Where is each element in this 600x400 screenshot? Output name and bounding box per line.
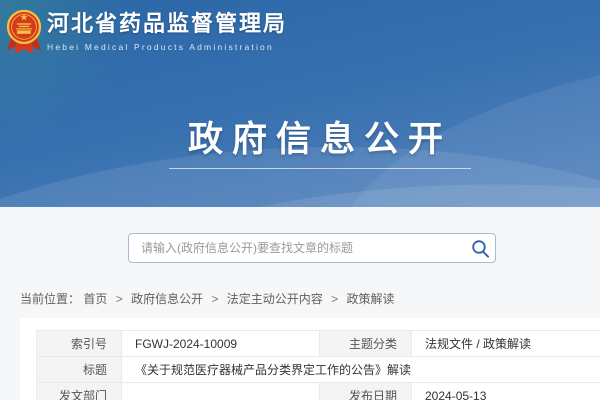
article-search-box [128, 233, 496, 263]
search-button[interactable] [465, 234, 495, 262]
page-title: 政府信息公开 [188, 111, 452, 162]
site-banner: 河北省药品监督管理局 Hebei Medical Products Admini… [0, 0, 600, 207]
site-logo[interactable]: 河北省药品监督管理局 Hebei Medical Products Admini… [7, 9, 287, 56]
breadcrumb-item-policy-interpretation[interactable]: 政策解读 [347, 292, 395, 306]
breadcrumb-separator: > [211, 292, 218, 306]
publish-date-label: 发布日期 [320, 383, 412, 400]
site-title-chinese: 河北省药品监督管理局 [47, 9, 287, 39]
banner-swoosh-decoration [313, 13, 600, 207]
table-row-index: 索引号 FGWJ-2024-10009 主题分类 法规文件 / 政策解读 [37, 331, 600, 357]
topic-category-value: 法规文件 / 政策解读 [412, 331, 600, 357]
document-meta-table: 索引号 FGWJ-2024-10009 主题分类 法规文件 / 政策解读 标题 … [36, 330, 600, 400]
china-national-emblem-icon [7, 9, 41, 56]
breadcrumb-separator: > [116, 292, 123, 306]
title-underline-divider [169, 168, 471, 169]
table-row-title: 标题 《关于规范医疗器械产品分类界定工作的公告》解读 [37, 357, 600, 383]
breadcrumb-prefix: 当前位置： [20, 292, 80, 306]
issuing-department-label: 发文部门 [37, 383, 122, 400]
breadcrumb-separator: > [331, 292, 338, 306]
index-number-label: 索引号 [37, 331, 122, 357]
table-row-department: 发文部门 发布日期 2024-05-13 [37, 383, 600, 400]
banner-swoosh-decoration [0, 163, 600, 207]
site-title-group: 河北省药品监督管理局 Hebei Medical Products Admini… [47, 9, 287, 56]
doc-title-value: 《关于规范医疗器械产品分类界定工作的公告》解读 [122, 357, 600, 383]
index-number-value: FGWJ-2024-10009 [122, 331, 320, 357]
search-icon [471, 239, 490, 258]
breadcrumb-item-home[interactable]: 首页 [83, 292, 107, 306]
search-input[interactable] [129, 234, 465, 262]
breadcrumb-item-gov-info[interactable]: 政府信息公开 [131, 292, 203, 306]
issuing-department-value [122, 383, 320, 400]
topic-category-label: 主题分类 [320, 331, 412, 357]
page: 河北省药品监督管理局 Hebei Medical Products Admini… [0, 0, 600, 400]
site-title-english: Hebei Medical Products Administration [47, 41, 287, 53]
publish-date-value: 2024-05-13 [412, 383, 600, 400]
document-meta-card: 索引号 FGWJ-2024-10009 主题分类 法规文件 / 政策解读 标题 … [20, 318, 600, 400]
doc-title-label: 标题 [37, 357, 122, 383]
breadcrumb-item-statutory-disclosure[interactable]: 法定主动公开内容 [227, 292, 323, 306]
breadcrumb: 当前位置： 首页 > 政府信息公开 > 法定主动公开内容 > 政策解读 [20, 290, 395, 307]
